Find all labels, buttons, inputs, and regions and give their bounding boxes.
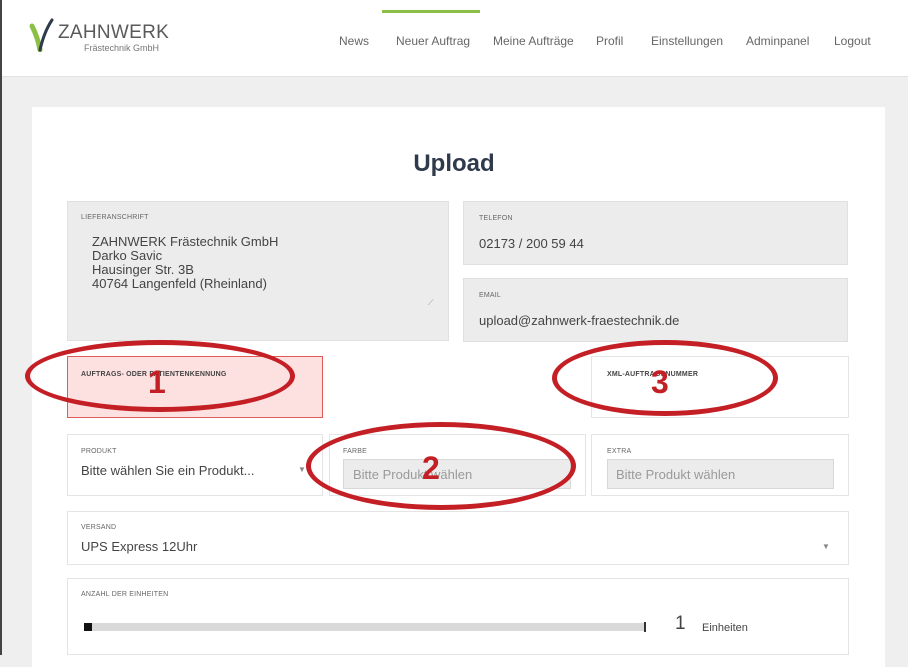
units-value: 1 bbox=[675, 613, 686, 634]
nav-new-order[interactable]: Neuer Auftrag bbox=[396, 34, 470, 48]
units-slider-track[interactable] bbox=[84, 623, 646, 631]
product-select[interactable]: Produkt Bitte wählen Sie ein Produkt... … bbox=[67, 434, 323, 496]
annotation-number-3: 3 bbox=[651, 364, 669, 400]
extra-input[interactable]: Bitte Produkt wählen bbox=[607, 459, 834, 489]
address-line: Darko Savic bbox=[92, 248, 163, 263]
chevron-down-icon: ▼ bbox=[298, 465, 306, 474]
units-slider-handle[interactable] bbox=[84, 623, 92, 631]
address-field[interactable]: Lieferanschrift ZAHNWERK Frästechnik Gmb… bbox=[67, 201, 449, 341]
email-label: Email bbox=[479, 292, 502, 299]
window-border bbox=[0, 0, 2, 655]
resize-handle-icon[interactable]: ⟋ bbox=[428, 298, 434, 308]
product-value: Bitte wählen Sie ein Produkt... bbox=[81, 463, 255, 478]
annotation-number-2: 2 bbox=[422, 450, 440, 486]
units-field: Anzahl der Einheiten 1 Einheiten bbox=[67, 578, 849, 655]
annotation-number-1: 1 bbox=[148, 364, 166, 400]
address-text: ZAHNWERK Frästechnik GmbH Darko Savic Ha… bbox=[92, 235, 278, 291]
email-value: upload@zahnwerk-fraestechnik.de bbox=[479, 313, 680, 328]
shipping-value: UPS Express 12Uhr bbox=[81, 539, 198, 554]
active-nav-indicator bbox=[382, 10, 480, 13]
phone-field[interactable]: Telefon 02173 / 200 59 44 bbox=[463, 201, 848, 265]
extra-placeholder: Bitte Produkt wählen bbox=[616, 467, 736, 482]
address-line: Hausinger Str. 3B bbox=[92, 262, 194, 277]
email-field[interactable]: Email upload@zahnwerk-fraestechnik.de bbox=[463, 278, 848, 342]
nav-logout[interactable]: Logout bbox=[834, 34, 871, 48]
nav-settings[interactable]: Einstellungen bbox=[651, 34, 723, 48]
shipping-select[interactable]: Versand UPS Express 12Uhr ▼ bbox=[67, 511, 849, 565]
address-line: ZAHNWERK Frästechnik GmbH bbox=[92, 234, 279, 249]
units-label: Anzahl der Einheiten bbox=[81, 591, 169, 598]
nav-admin-panel[interactable]: Adminpanel bbox=[746, 34, 809, 48]
nav-profile[interactable]: Profil bbox=[596, 34, 623, 48]
nav-news[interactable]: News bbox=[339, 34, 369, 48]
main-nav: News Neuer Auftrag Meine Aufträge Profil… bbox=[2, 34, 908, 50]
phone-label: Telefon bbox=[479, 215, 513, 222]
extra-label: Extra bbox=[607, 448, 632, 455]
page-title: Upload bbox=[413, 150, 495, 177]
address-label: Lieferanschrift bbox=[81, 214, 149, 221]
shipping-label: Versand bbox=[81, 524, 117, 531]
extra-field: Extra Bitte Produkt wählen bbox=[591, 434, 849, 496]
chevron-down-icon: ▼ bbox=[822, 542, 830, 551]
address-line: 40764 Langenfeld (Rheinland) bbox=[92, 276, 267, 291]
annotation-ellipse-2 bbox=[306, 422, 576, 510]
product-label: Produkt bbox=[81, 448, 117, 455]
units-unit-label: Einheiten bbox=[702, 622, 748, 634]
top-navbar: ZAHNWERK Frästechnik GmbH News Neuer Auf… bbox=[2, 0, 908, 77]
units-slider-end bbox=[644, 622, 646, 632]
phone-value: 02173 / 200 59 44 bbox=[479, 236, 584, 251]
nav-my-orders[interactable]: Meine Aufträge bbox=[493, 34, 574, 48]
